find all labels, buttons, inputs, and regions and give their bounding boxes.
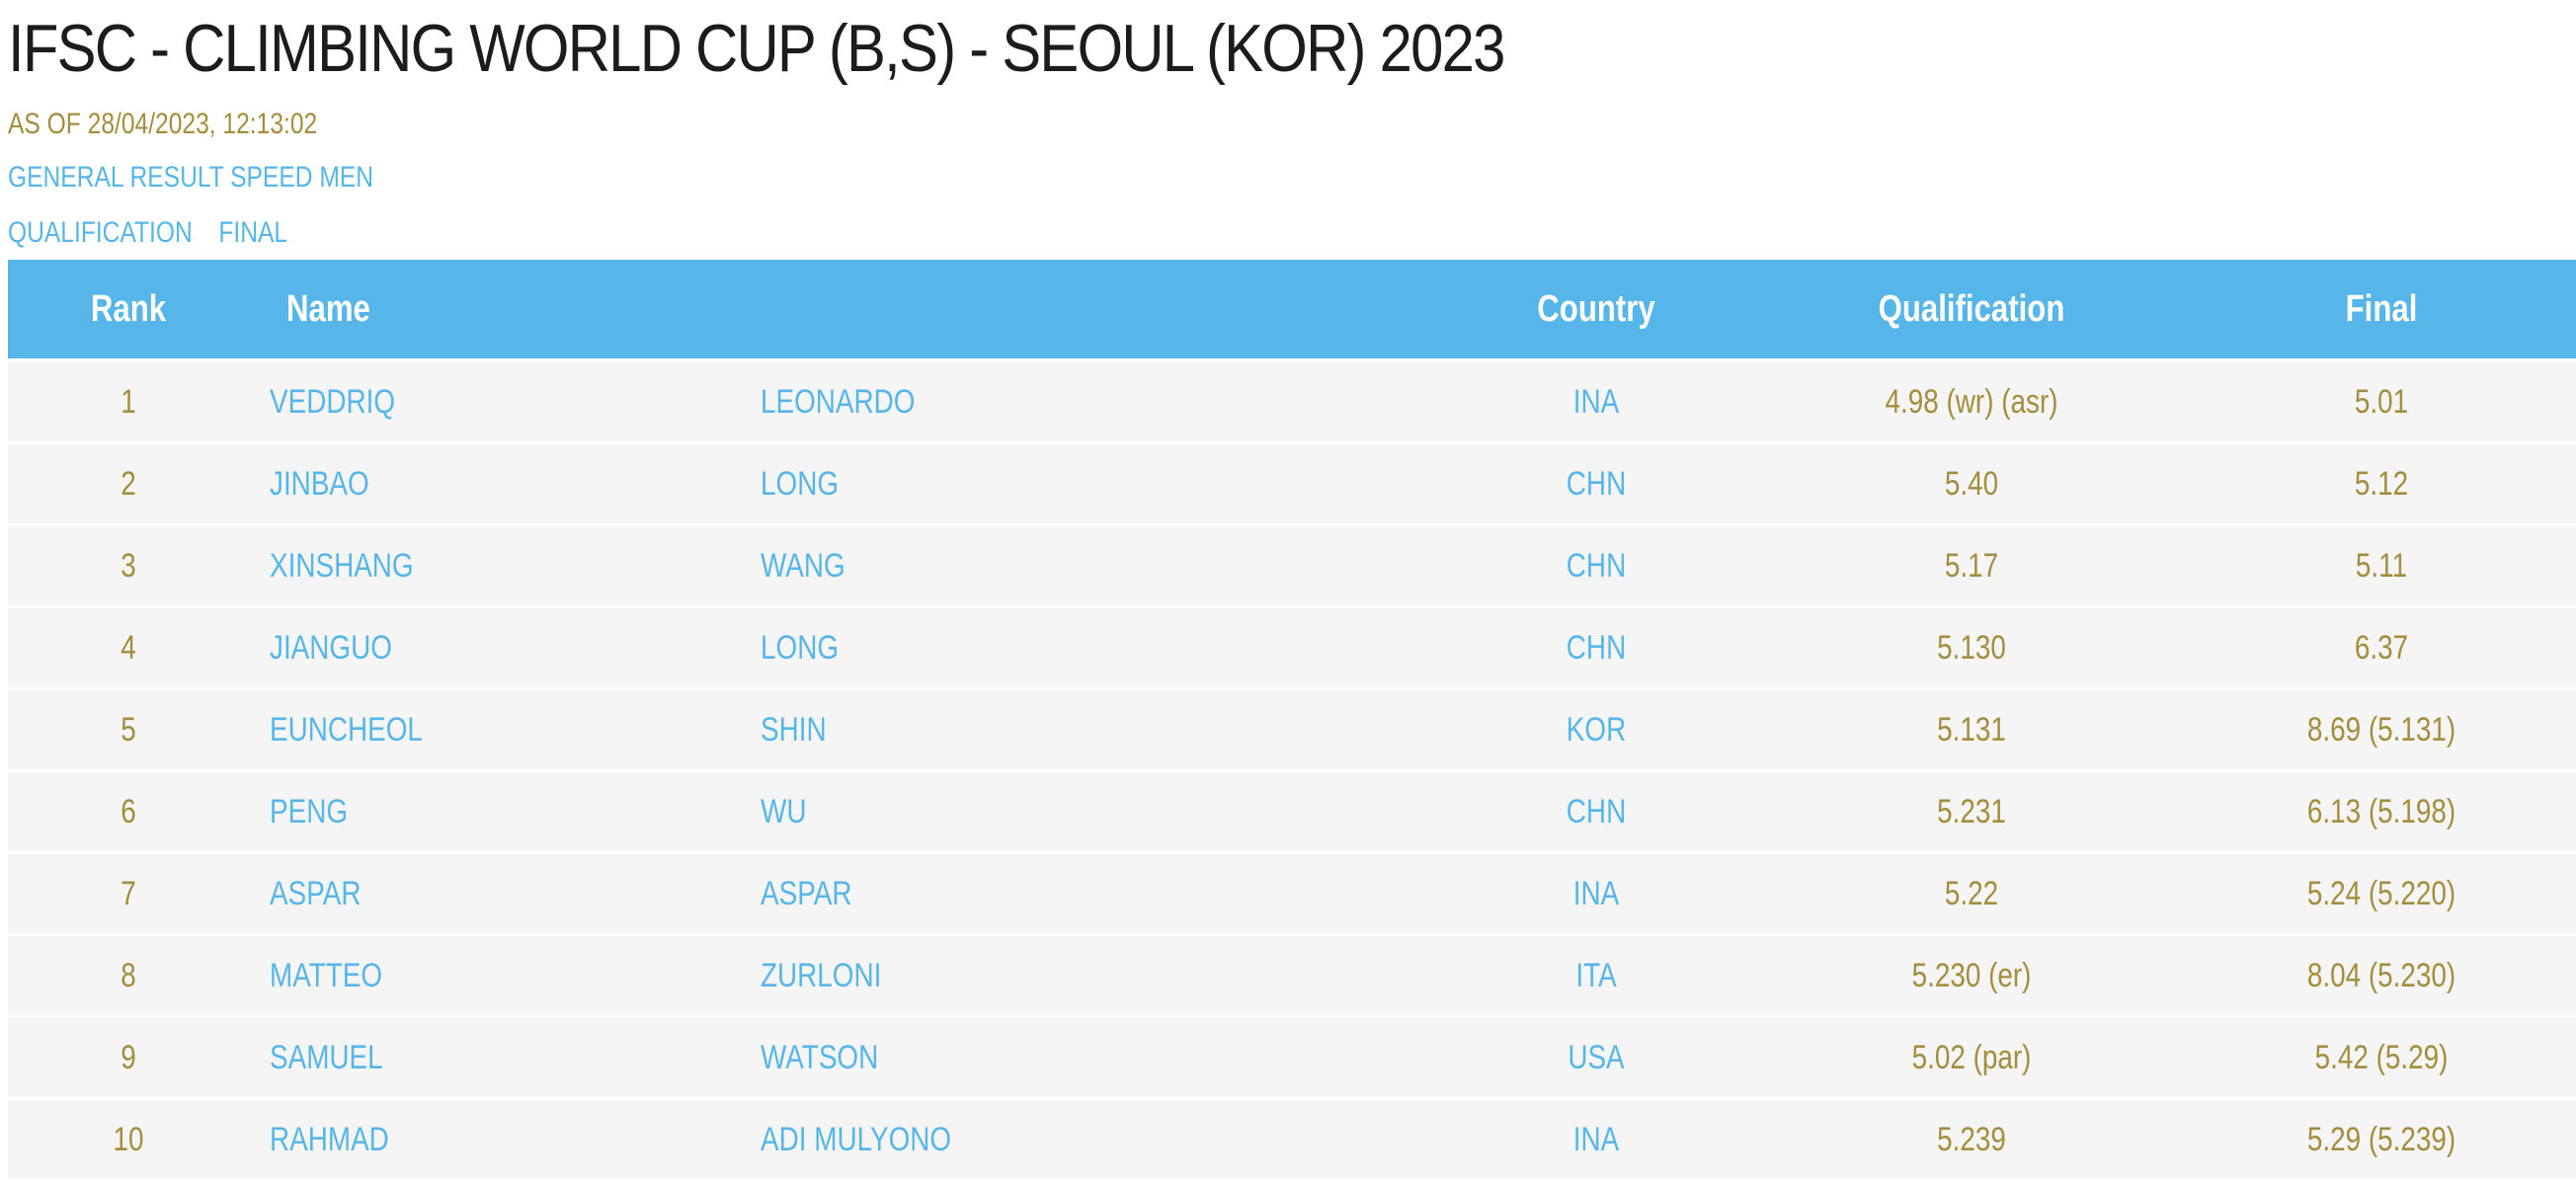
- athlete-last-name-link[interactable]: LONG: [761, 444, 839, 523]
- athlete-first-name-link[interactable]: VEDDRIQ: [270, 362, 395, 441]
- table-row: 2 JINBAO LONG CHN 5.40 5.12: [8, 444, 2576, 526]
- table-row: 6 PENG WU CHN 5.231 6.13 (5.198): [8, 772, 2576, 854]
- table-row: 4 JIANGUO LONG CHN 5.130 6.37: [8, 608, 2576, 690]
- athlete-first-name-link[interactable]: MATTEO: [270, 936, 382, 1015]
- table-row: 7 ASPAR ASPAR INA 5.22 5.24 (5.220): [8, 854, 2576, 936]
- athlete-first-name-link[interactable]: ASPAR: [270, 854, 361, 933]
- filter-final[interactable]: FINAL: [218, 216, 287, 249]
- table-row: 10 RAHMAD ADI MULYONO INA 5.239 5.29 (5.…: [8, 1100, 2576, 1182]
- athlete-first-name-link[interactable]: SAMUEL: [270, 1018, 383, 1097]
- athlete-last-name-link[interactable]: ASPAR: [761, 854, 851, 933]
- athlete-last-name-link[interactable]: WATSON: [761, 1018, 878, 1097]
- athlete-last-name-link[interactable]: SHIN: [761, 690, 827, 769]
- table-row: 3 XINSHANG WANG CHN 5.17 5.11: [8, 526, 2576, 608]
- athlete-last-name-link[interactable]: LEONARDO: [761, 362, 915, 441]
- round-filters: QUALIFICATION FINAL: [8, 213, 307, 253]
- table-row: 1 VEDDRIQ LEONARDO INA 4.98 (wr) (asr) 5…: [8, 362, 2576, 444]
- result-category-link[interactable]: GENERAL RESULT SPEED MEN: [8, 158, 373, 197]
- athlete-first-name-link[interactable]: JIANGUO: [270, 608, 392, 687]
- results-page: IFSC - CLIMBING WORLD CUP (B,S) - SEOUL …: [0, 0, 2576, 1182]
- athlete-first-name-link[interactable]: EUNCHEOL: [270, 690, 423, 769]
- table-body: 1 VEDDRIQ LEONARDO INA 4.98 (wr) (asr) 5…: [8, 362, 2576, 1182]
- athlete-first-name-link[interactable]: PENG: [270, 772, 348, 851]
- table-row: 9 SAMUEL WATSON USA 5.02 (par) 5.42 (5.2…: [8, 1018, 2576, 1100]
- athlete-last-name-link[interactable]: WANG: [761, 526, 845, 605]
- table-header: Rank Name Country Qualification Final: [8, 260, 2576, 358]
- results-table: Rank Name Country Qualification Final 1 …: [8, 260, 2576, 1182]
- athlete-last-name-link[interactable]: ZURLONI: [761, 936, 881, 1015]
- athlete-last-name-link[interactable]: WU: [761, 772, 806, 851]
- page-title: IFSC - CLIMBING WORLD CUP (B,S) - SEOUL …: [8, 11, 1505, 86]
- athlete-first-name-link[interactable]: XINSHANG: [270, 526, 414, 605]
- column-header-name[interactable]: Name: [286, 260, 370, 358]
- athlete-first-name-link[interactable]: RAHMAD: [270, 1100, 389, 1179]
- athlete-last-name-link[interactable]: ADI MULYONO: [761, 1100, 951, 1179]
- athlete-first-name-link[interactable]: JINBAO: [270, 444, 369, 523]
- athlete-last-name-link[interactable]: LONG: [761, 608, 839, 687]
- table-row: 5 EUNCHEOL SHIN KOR 5.131 8.69 (5.131): [8, 690, 2576, 772]
- timestamp: AS OF 28/04/2023, 12:13:02: [8, 108, 318, 140]
- table-row: 8 MATTEO ZURLONI ITA 5.230 (er) 8.04 (5.…: [8, 936, 2576, 1018]
- filter-qualification[interactable]: QUALIFICATION: [8, 216, 193, 249]
